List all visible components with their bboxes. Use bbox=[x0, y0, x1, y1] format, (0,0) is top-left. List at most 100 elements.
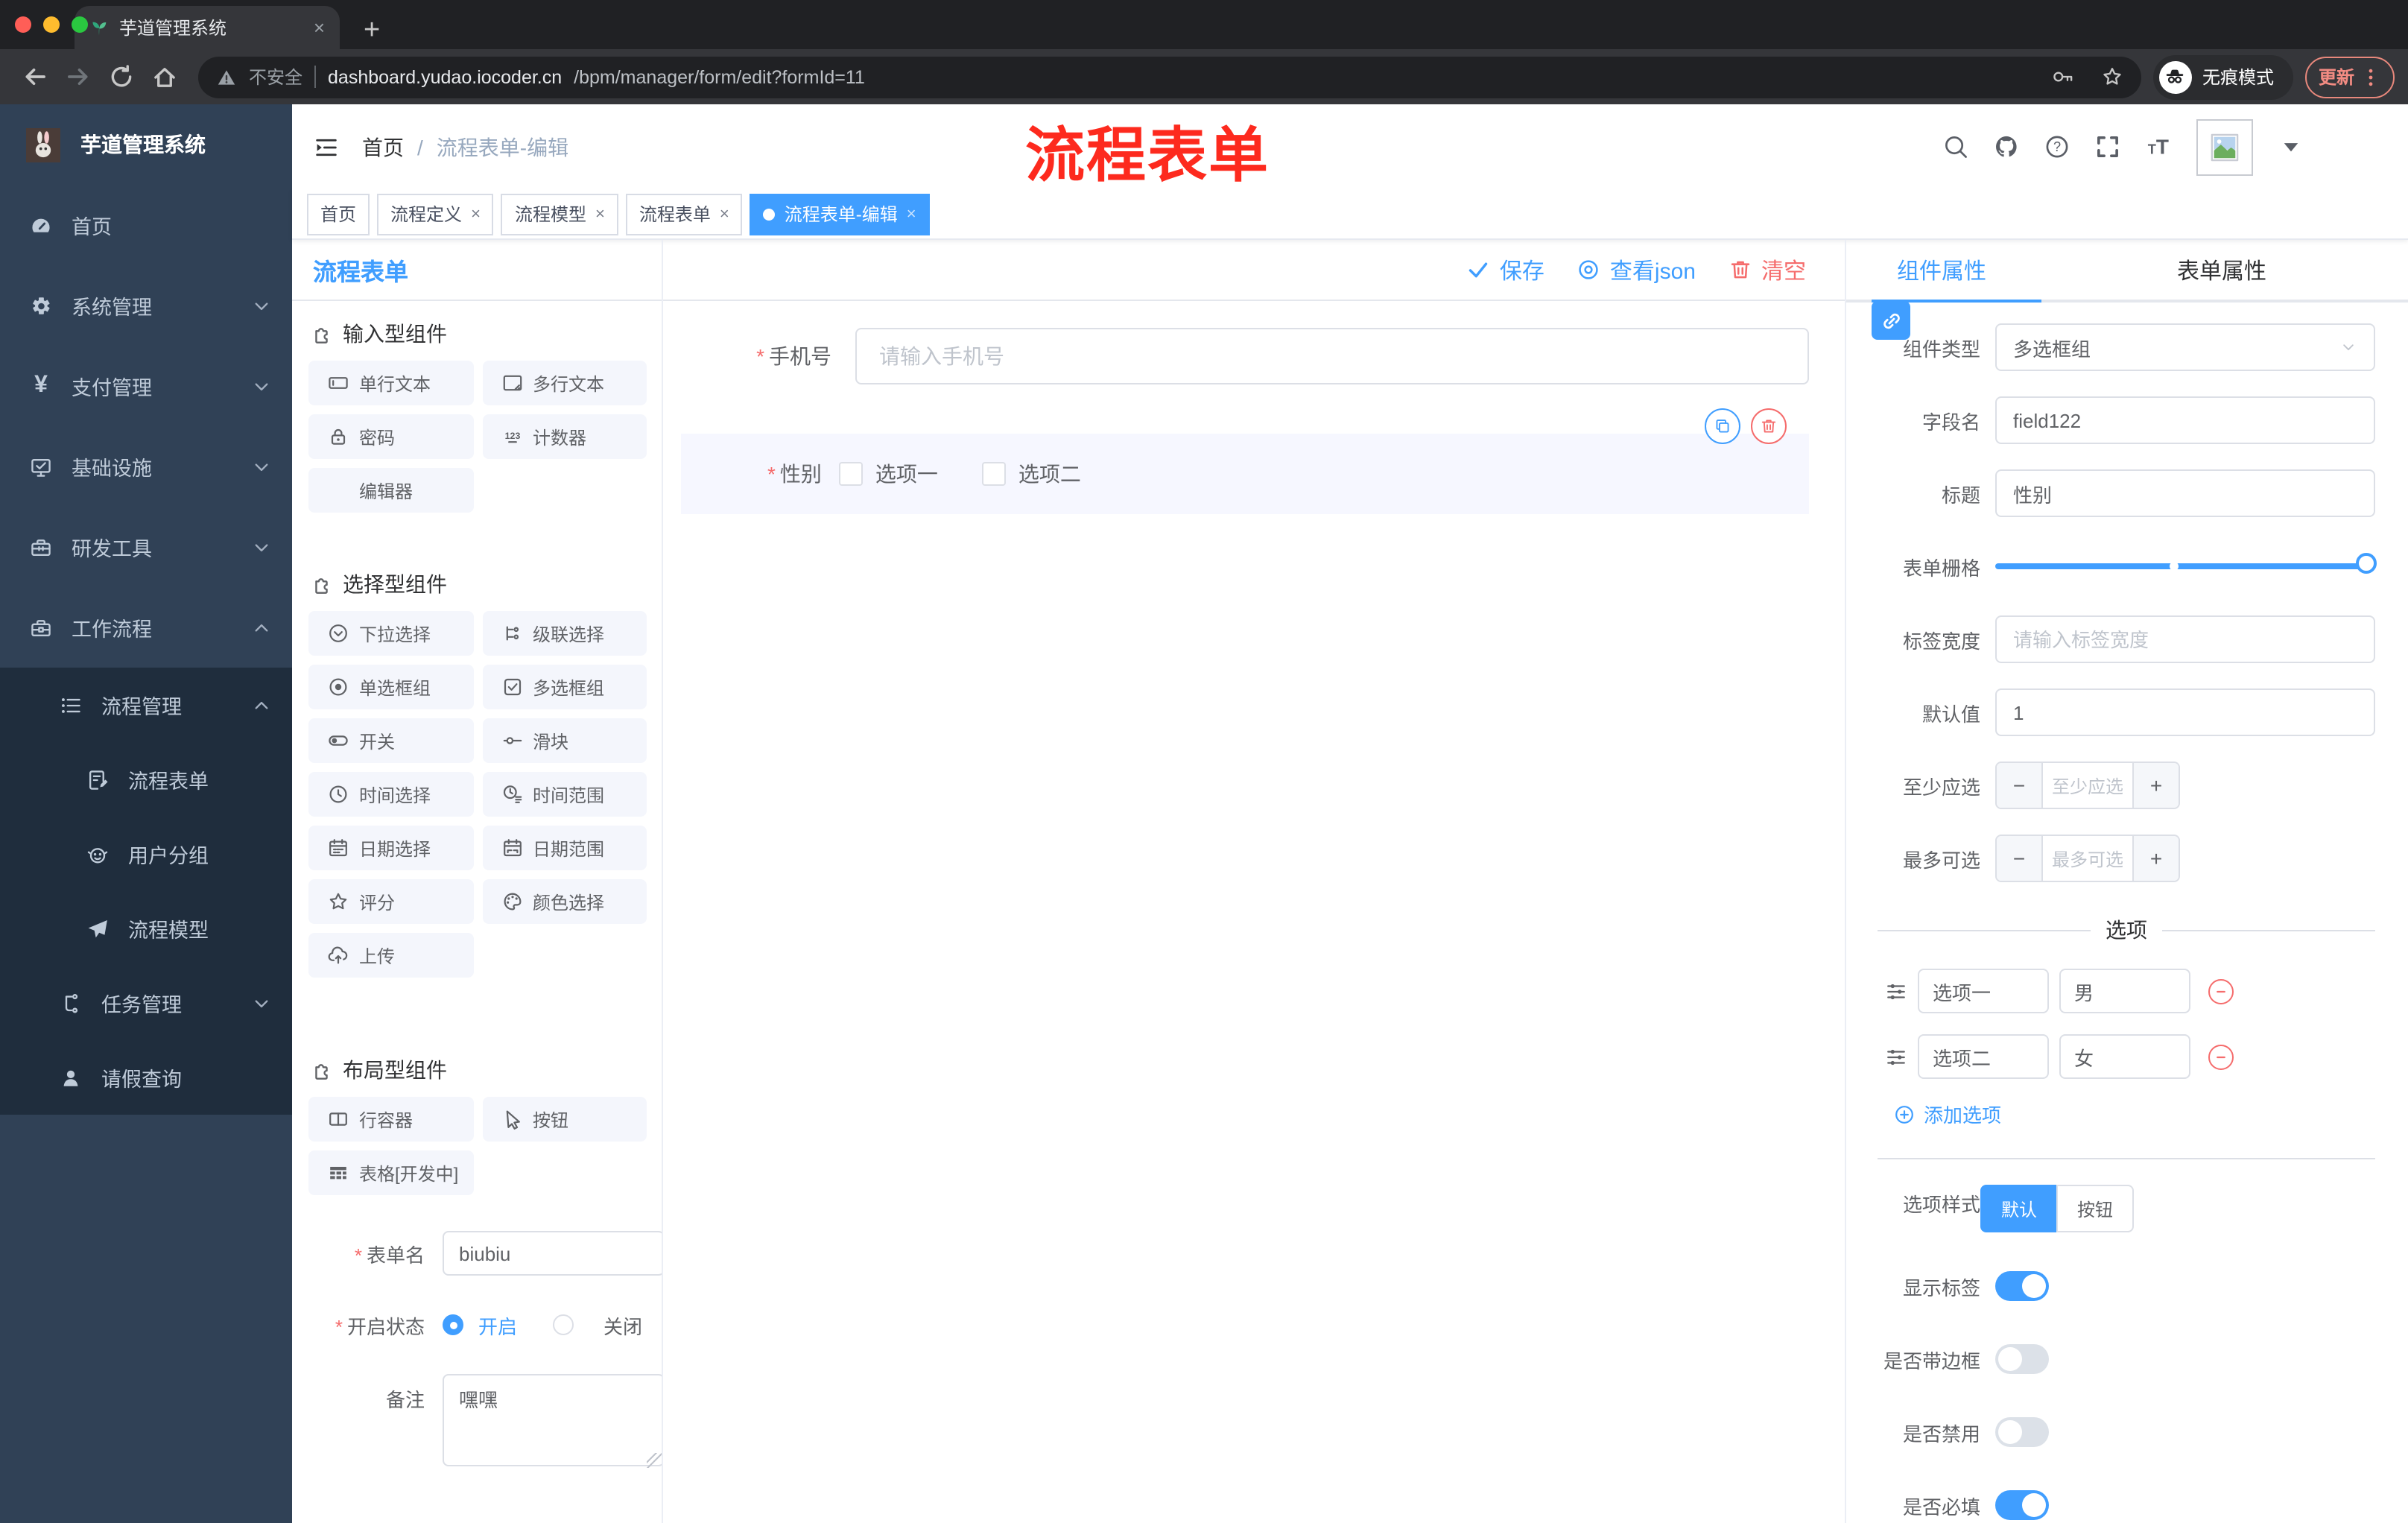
sidebar-item-流程管理[interactable]: 流程管理 bbox=[0, 668, 292, 742]
sidebar-item-流程表单[interactable]: 流程表单 bbox=[0, 742, 292, 817]
tag-流程表单[interactable]: 流程表单 × bbox=[625, 193, 743, 235]
home-icon[interactable] bbox=[152, 64, 177, 89]
maximize-window-button[interactable] bbox=[72, 16, 88, 33]
back-icon[interactable] bbox=[22, 64, 48, 89]
delete-field-button[interactable] bbox=[1751, 408, 1787, 444]
clear-button[interactable]: 清空 bbox=[1729, 254, 1806, 285]
status-off-radio[interactable] bbox=[553, 1314, 574, 1335]
sidebar-item-流程模型[interactable]: 流程模型 bbox=[0, 891, 292, 966]
default-value-input[interactable] bbox=[1995, 688, 2375, 736]
status-on-label[interactable]: 开启 bbox=[478, 1311, 517, 1339]
sidebar-item-工作流程[interactable]: 工作流程 bbox=[0, 587, 292, 668]
sidebar-item-基础设施[interactable]: 基础设施 bbox=[0, 426, 292, 507]
option-value-input[interactable] bbox=[2059, 1034, 2190, 1079]
tag-流程定义[interactable]: 流程定义 × bbox=[377, 193, 494, 235]
avatar[interactable] bbox=[2196, 118, 2253, 175]
increase-button[interactable]: + bbox=[2134, 836, 2179, 881]
font-size-icon[interactable]: TT bbox=[2146, 134, 2171, 159]
github-icon[interactable] bbox=[1994, 134, 2019, 159]
sidebar-item-用户分组[interactable]: 用户分组 bbox=[0, 817, 292, 891]
component-编辑器[interactable]: 编辑器 bbox=[308, 468, 473, 513]
component-单行文本[interactable]: 单行文本 bbox=[308, 361, 473, 405]
toggle-是否带边框[interactable] bbox=[1995, 1344, 2049, 1374]
component-滑块[interactable]: 滑块 bbox=[482, 718, 647, 763]
chevron-down-icon[interactable] bbox=[2278, 134, 2304, 159]
decrease-button[interactable]: − bbox=[1997, 836, 2041, 881]
component-密码[interactable]: 密码 bbox=[308, 414, 473, 459]
tag-流程表单-编辑[interactable]: 流程表单-编辑 × bbox=[750, 193, 930, 235]
forward-icon[interactable] bbox=[66, 64, 91, 89]
decrease-button[interactable]: − bbox=[1997, 763, 2041, 808]
component-按钮[interactable]: 按钮 bbox=[482, 1097, 647, 1142]
component-计数器[interactable]: 123 计数器 bbox=[482, 414, 647, 459]
add-option-button[interactable]: 添加选项 bbox=[1894, 1100, 2375, 1128]
resize-grip[interactable] bbox=[647, 1453, 662, 1468]
status-on-radio[interactable] bbox=[443, 1314, 463, 1335]
component-时间选择[interactable]: 时间选择 bbox=[308, 772, 473, 817]
slider-handle[interactable] bbox=[2356, 553, 2377, 574]
close-icon[interactable]: × bbox=[907, 205, 916, 223]
style-button-button[interactable]: 按钮 bbox=[2056, 1185, 2135, 1232]
bookmark-star-icon[interactable] bbox=[2101, 66, 2123, 88]
sidebar-item-系统管理[interactable]: 系统管理 bbox=[0, 265, 292, 346]
sidebar-item-支付管理[interactable]: ¥ 支付管理 bbox=[0, 346, 292, 426]
fullscreen-icon[interactable] bbox=[2095, 134, 2120, 159]
component-日期选择[interactable]: 日期选择 bbox=[308, 826, 473, 870]
tab-close-icon[interactable]: × bbox=[314, 18, 325, 37]
field-link-tag[interactable] bbox=[1872, 301, 1910, 340]
component-时间范围[interactable]: 时间范围 bbox=[482, 772, 647, 817]
save-button[interactable]: 保存 bbox=[1467, 254, 1544, 285]
browser-menu-update-button[interactable]: 更新 bbox=[2304, 56, 2395, 98]
max-checked-value[interactable]: 最多可选 bbox=[2041, 836, 2134, 881]
gender-option-1[interactable]: 选项一 bbox=[839, 459, 938, 489]
browser-tab[interactable]: 芋道管理系统 × bbox=[75, 6, 340, 49]
component-开关[interactable]: 开关 bbox=[308, 718, 473, 763]
toggle-显示标签[interactable] bbox=[1995, 1271, 2049, 1301]
gender-option-2[interactable]: 选项二 bbox=[982, 459, 1081, 489]
drag-handle-icon[interactable] bbox=[1885, 980, 1907, 1002]
component-级联选择[interactable]: 级联选择 bbox=[482, 611, 647, 656]
phone-field-row[interactable]: * 手机号 bbox=[730, 328, 1809, 384]
component-单选框组[interactable]: 单选框组 bbox=[308, 665, 473, 709]
reload-icon[interactable] bbox=[109, 64, 134, 89]
sidebar-item-研发工具[interactable]: 研发工具 bbox=[0, 507, 292, 587]
close-icon[interactable]: × bbox=[720, 205, 729, 223]
tag-流程模型[interactable]: 流程模型 × bbox=[501, 193, 618, 235]
component-上传[interactable]: 上传 bbox=[308, 933, 473, 978]
component-颜色选择[interactable]: 颜色选择 bbox=[482, 879, 647, 924]
tag-首页[interactable]: 首页 bbox=[307, 193, 370, 235]
selected-gender-field[interactable]: * 性别 选项一 选项二 bbox=[681, 408, 1809, 514]
close-icon[interactable]: × bbox=[595, 205, 605, 223]
minimize-window-button[interactable] bbox=[43, 16, 60, 33]
style-default-button[interactable]: 默认 bbox=[1980, 1185, 2057, 1232]
toggle-是否禁用[interactable] bbox=[1995, 1417, 2049, 1447]
close-window-button[interactable] bbox=[15, 16, 31, 33]
drag-handle-icon[interactable] bbox=[1885, 1045, 1907, 1068]
increase-button[interactable]: + bbox=[2134, 763, 2179, 808]
component-多行文本[interactable]: 多行文本 bbox=[482, 361, 647, 405]
min-checked-value[interactable]: 至少应选 bbox=[2041, 763, 2134, 808]
form-name-input[interactable] bbox=[443, 1231, 662, 1276]
view-json-button[interactable]: 查看json bbox=[1577, 254, 1696, 285]
search-icon[interactable] bbox=[1943, 134, 1968, 159]
title-input[interactable] bbox=[1995, 469, 2375, 517]
breadcrumb-home[interactable]: 首页 bbox=[362, 132, 404, 162]
password-key-icon[interactable] bbox=[2052, 66, 2074, 88]
collapse-sidebar-icon[interactable] bbox=[313, 133, 340, 160]
help-icon[interactable]: ? bbox=[2044, 134, 2070, 159]
option-name-input[interactable] bbox=[1918, 969, 2049, 1013]
form-remark-textarea[interactable]: 嘿嘿 bbox=[443, 1374, 662, 1466]
component-下拉选择[interactable]: 下拉选择 bbox=[308, 611, 473, 656]
component-表格[开发中][interactable]: 表格[开发中] bbox=[308, 1150, 473, 1195]
toggle-是否必填[interactable] bbox=[1995, 1490, 2049, 1520]
tab-form-props[interactable]: 表单属性 bbox=[2177, 254, 2266, 285]
component-type-select[interactable]: 多选框组 bbox=[1995, 323, 2375, 371]
sidebar-item-任务管理[interactable]: 任务管理 bbox=[0, 966, 292, 1040]
phone-input[interactable] bbox=[855, 328, 1809, 384]
field-name-input[interactable] bbox=[1995, 396, 2375, 444]
sidebar-item-请假查询[interactable]: 请假查询 bbox=[0, 1040, 292, 1115]
status-off-label[interactable]: 关闭 bbox=[603, 1311, 642, 1339]
option-value-input[interactable] bbox=[2059, 969, 2190, 1013]
option-name-input[interactable] bbox=[1918, 1034, 2049, 1079]
component-多选框组[interactable]: 多选框组 bbox=[482, 665, 647, 709]
